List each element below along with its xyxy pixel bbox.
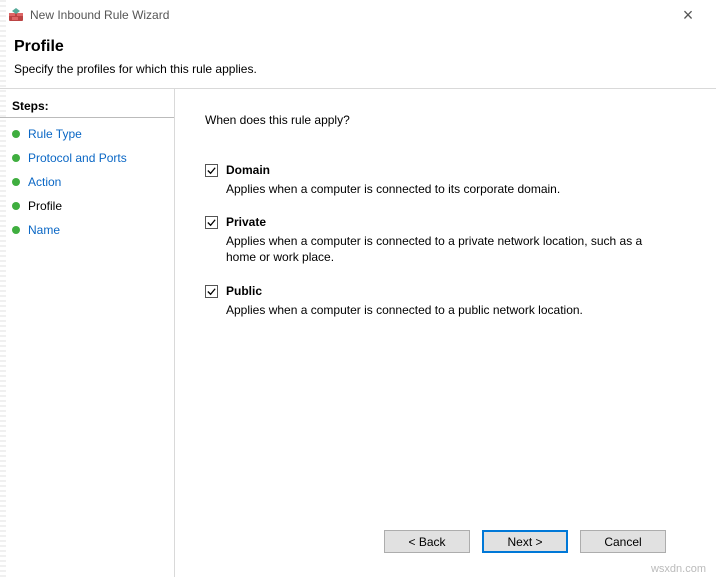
wizard-header: Profile Specify the profiles for which t… bbox=[0, 30, 716, 89]
step-name[interactable]: Name bbox=[0, 218, 174, 242]
option-domain: Domain Applies when a computer is connec… bbox=[205, 163, 686, 197]
step-profile[interactable]: Profile bbox=[0, 194, 174, 218]
bullet-icon bbox=[12, 226, 20, 234]
bullet-icon bbox=[12, 130, 20, 138]
step-label: Rule Type bbox=[28, 127, 82, 141]
step-label: Profile bbox=[28, 199, 62, 213]
option-description: Applies when a computer is connected to … bbox=[226, 181, 656, 197]
bullet-icon bbox=[12, 202, 20, 210]
page-title: Profile bbox=[14, 38, 702, 56]
footer-buttons: < Back Next > Cancel bbox=[205, 522, 686, 567]
titlebar: New Inbound Rule Wizard × bbox=[0, 0, 716, 30]
step-label: Name bbox=[28, 223, 60, 237]
main-content: When does this rule apply? Domain Applie… bbox=[175, 89, 716, 577]
step-rule-type[interactable]: Rule Type bbox=[0, 122, 174, 146]
option-description: Applies when a computer is connected to … bbox=[226, 233, 656, 265]
step-protocol-and-ports[interactable]: Protocol and Ports bbox=[0, 146, 174, 170]
cancel-button[interactable]: Cancel bbox=[580, 530, 666, 553]
step-label: Action bbox=[28, 175, 61, 189]
option-description: Applies when a computer is connected to … bbox=[226, 302, 656, 318]
checkbox-domain[interactable] bbox=[205, 164, 218, 177]
back-button[interactable]: < Back bbox=[384, 530, 470, 553]
option-label: Private bbox=[226, 215, 266, 229]
option-label: Public bbox=[226, 284, 262, 298]
option-public: Public Applies when a computer is connec… bbox=[205, 284, 686, 318]
steps-heading: Steps: bbox=[0, 95, 174, 118]
question-text: When does this rule apply? bbox=[205, 113, 686, 127]
firewall-icon bbox=[8, 7, 24, 23]
next-button[interactable]: Next > bbox=[482, 530, 568, 553]
step-action[interactable]: Action bbox=[0, 170, 174, 194]
window-title: New Inbound Rule Wizard bbox=[30, 8, 668, 22]
wizard-window: New Inbound Rule Wizard × Profile Specif… bbox=[0, 0, 716, 577]
option-label: Domain bbox=[226, 163, 270, 177]
watermark: wsxdn.com bbox=[651, 563, 706, 575]
bullet-icon bbox=[12, 178, 20, 186]
close-icon[interactable]: × bbox=[668, 5, 708, 26]
steps-sidebar: Steps: Rule Type Protocol and Ports Acti… bbox=[0, 89, 175, 577]
checkbox-private[interactable] bbox=[205, 216, 218, 229]
bullet-icon bbox=[12, 154, 20, 162]
step-label: Protocol and Ports bbox=[28, 151, 127, 165]
page-subtitle: Specify the profiles for which this rule… bbox=[14, 62, 702, 76]
option-private: Private Applies when a computer is conne… bbox=[205, 215, 686, 265]
checkbox-public[interactable] bbox=[205, 285, 218, 298]
